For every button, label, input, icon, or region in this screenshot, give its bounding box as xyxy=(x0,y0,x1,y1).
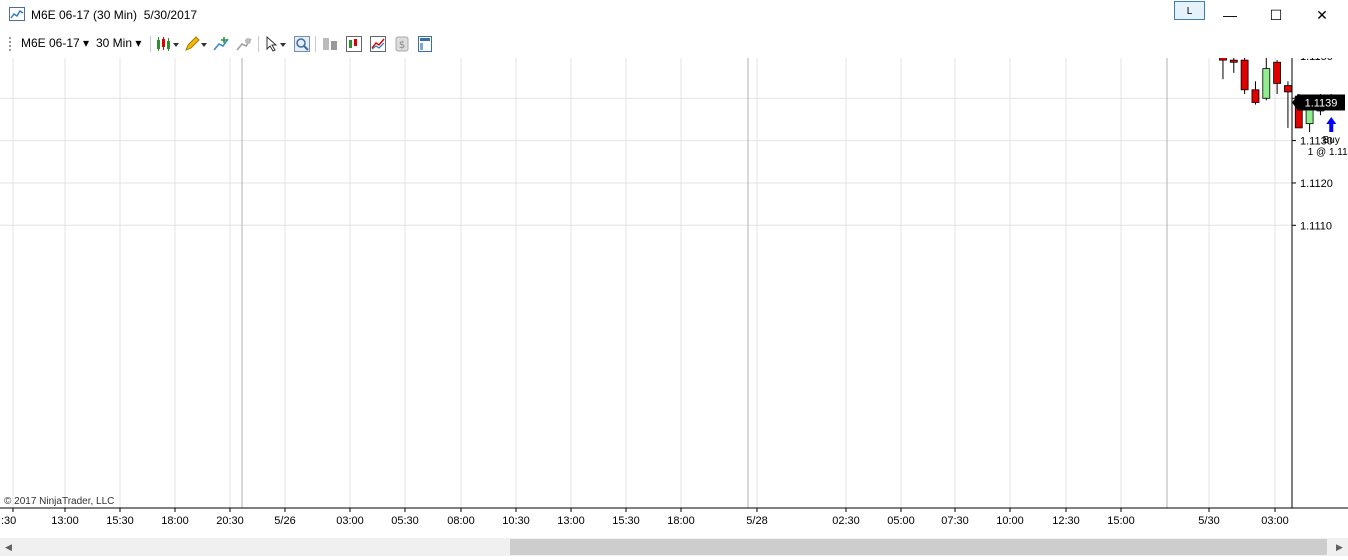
time-axis-label: 12:30 xyxy=(1052,515,1080,527)
chart-properties-icon[interactable] xyxy=(370,36,386,52)
close-button[interactable]: ✕ xyxy=(1299,0,1345,31)
strategy-icon[interactable] xyxy=(236,36,252,52)
data-box-icon[interactable] xyxy=(322,36,338,52)
time-axis-label: :30 xyxy=(1,515,16,527)
candlestick-chart-svg[interactable]: 1.12501.12401.12301.12201.12101.12001.11… xyxy=(0,0,1348,538)
show-templates-icon[interactable] xyxy=(417,36,433,52)
buy-arrow-icon[interactable] xyxy=(1326,116,1337,132)
price-axis-label: 1.1110 xyxy=(1300,220,1332,232)
scroll-thumb[interactable] xyxy=(510,539,1327,555)
toolbar-separator xyxy=(315,36,316,52)
current-price-label: 1.1139 xyxy=(1305,97,1338,109)
time-axis-label: 13:00 xyxy=(51,515,79,527)
layout-toggle-button[interactable]: L xyxy=(1174,1,1205,20)
svg-text:$: $ xyxy=(399,40,405,51)
time-axis-label: 03:00 xyxy=(1261,515,1289,527)
toolbar-separator xyxy=(258,36,259,52)
buy-marker-detail: 1 @ 1.1137 xyxy=(1308,147,1348,158)
candle-body[interactable] xyxy=(1229,59,1238,63)
toolbar-separator xyxy=(150,36,151,52)
scroll-right-icon[interactable]: ▶ xyxy=(1331,538,1348,556)
price-chart[interactable]: 1.12501.12401.12301.12201.12101.12001.11… xyxy=(0,0,1348,538)
price-axis-label: 1.1150 xyxy=(1300,58,1333,63)
time-axis-label: 15:00 xyxy=(1107,515,1135,527)
interval-selector[interactable]: 30 Min ▾ xyxy=(96,36,141,50)
window-title: M6E 06-17 (30 Min) 5/30/2017 xyxy=(31,8,198,22)
time-axis-label: 08:00 xyxy=(447,515,475,527)
time-axis-label: 05:30 xyxy=(391,515,419,527)
candle-body[interactable] xyxy=(1240,59,1249,91)
add-indicator-icon[interactable] xyxy=(213,36,229,52)
time-axis-label: 5/26 xyxy=(274,515,295,527)
time-axis-label: 5/28 xyxy=(746,515,767,527)
candle-body[interactable] xyxy=(1219,0,1227,61)
minimize-button[interactable]: — xyxy=(1207,0,1253,31)
toolbar-grip[interactable] xyxy=(9,37,11,51)
chart-trader-icon[interactable] xyxy=(346,36,362,52)
time-axis-label: 5/30 xyxy=(1198,515,1219,527)
instrument-selector[interactable]: M6E 06-17 ▾ xyxy=(21,36,89,50)
time-axis-label: 18:00 xyxy=(161,515,189,527)
time-axis-label: 13:00 xyxy=(557,515,585,527)
time-axis-label: 10:00 xyxy=(996,515,1024,527)
time-axis-label: 15:30 xyxy=(106,515,134,527)
candle-body[interactable] xyxy=(1262,68,1271,99)
pencil-draw-icon[interactable] xyxy=(184,36,208,52)
time-axis-label: 10:30 xyxy=(502,515,530,527)
zoom-icon[interactable] xyxy=(294,36,310,52)
pointer-cursor-icon[interactable] xyxy=(264,36,288,52)
price-axis-label: 1.1120 xyxy=(1300,178,1333,190)
maximize-button[interactable]: ☐ xyxy=(1253,0,1299,31)
scroll-left-icon[interactable]: ◀ xyxy=(0,538,17,556)
time-axis-label: 05:00 xyxy=(887,515,915,527)
copyright-label: © 2017 NinjaTrader, LLC xyxy=(4,496,114,507)
dollar-icon[interactable]: $ xyxy=(394,36,410,52)
time-axis-label: 18:00 xyxy=(667,515,695,527)
chart-toolbar: M6E 06-17 ▾ 30 Min ▾ $ xyxy=(0,31,1348,57)
time-axis-label: 07:30 xyxy=(941,515,969,527)
horizontal-scrollbar[interactable]: ◀ ▶ xyxy=(0,538,1348,556)
time-axis-label: 15:30 xyxy=(612,515,640,527)
chart-app-icon xyxy=(9,7,25,21)
candle-body[interactable] xyxy=(1284,85,1292,93)
candle-body[interactable] xyxy=(1273,61,1282,84)
time-axis-label: 03:00 xyxy=(336,515,364,527)
time-axis-label: 02:30 xyxy=(832,515,860,527)
time-axis-label: 20:30 xyxy=(216,515,244,527)
buy-marker-label: Buy xyxy=(1323,135,1340,146)
candle-body[interactable] xyxy=(1251,89,1260,103)
title-bar: M6E 06-17 (30 Min) 5/30/2017 L — ☐ ✕ xyxy=(0,0,1348,31)
chart-style-icon[interactable] xyxy=(156,36,180,52)
